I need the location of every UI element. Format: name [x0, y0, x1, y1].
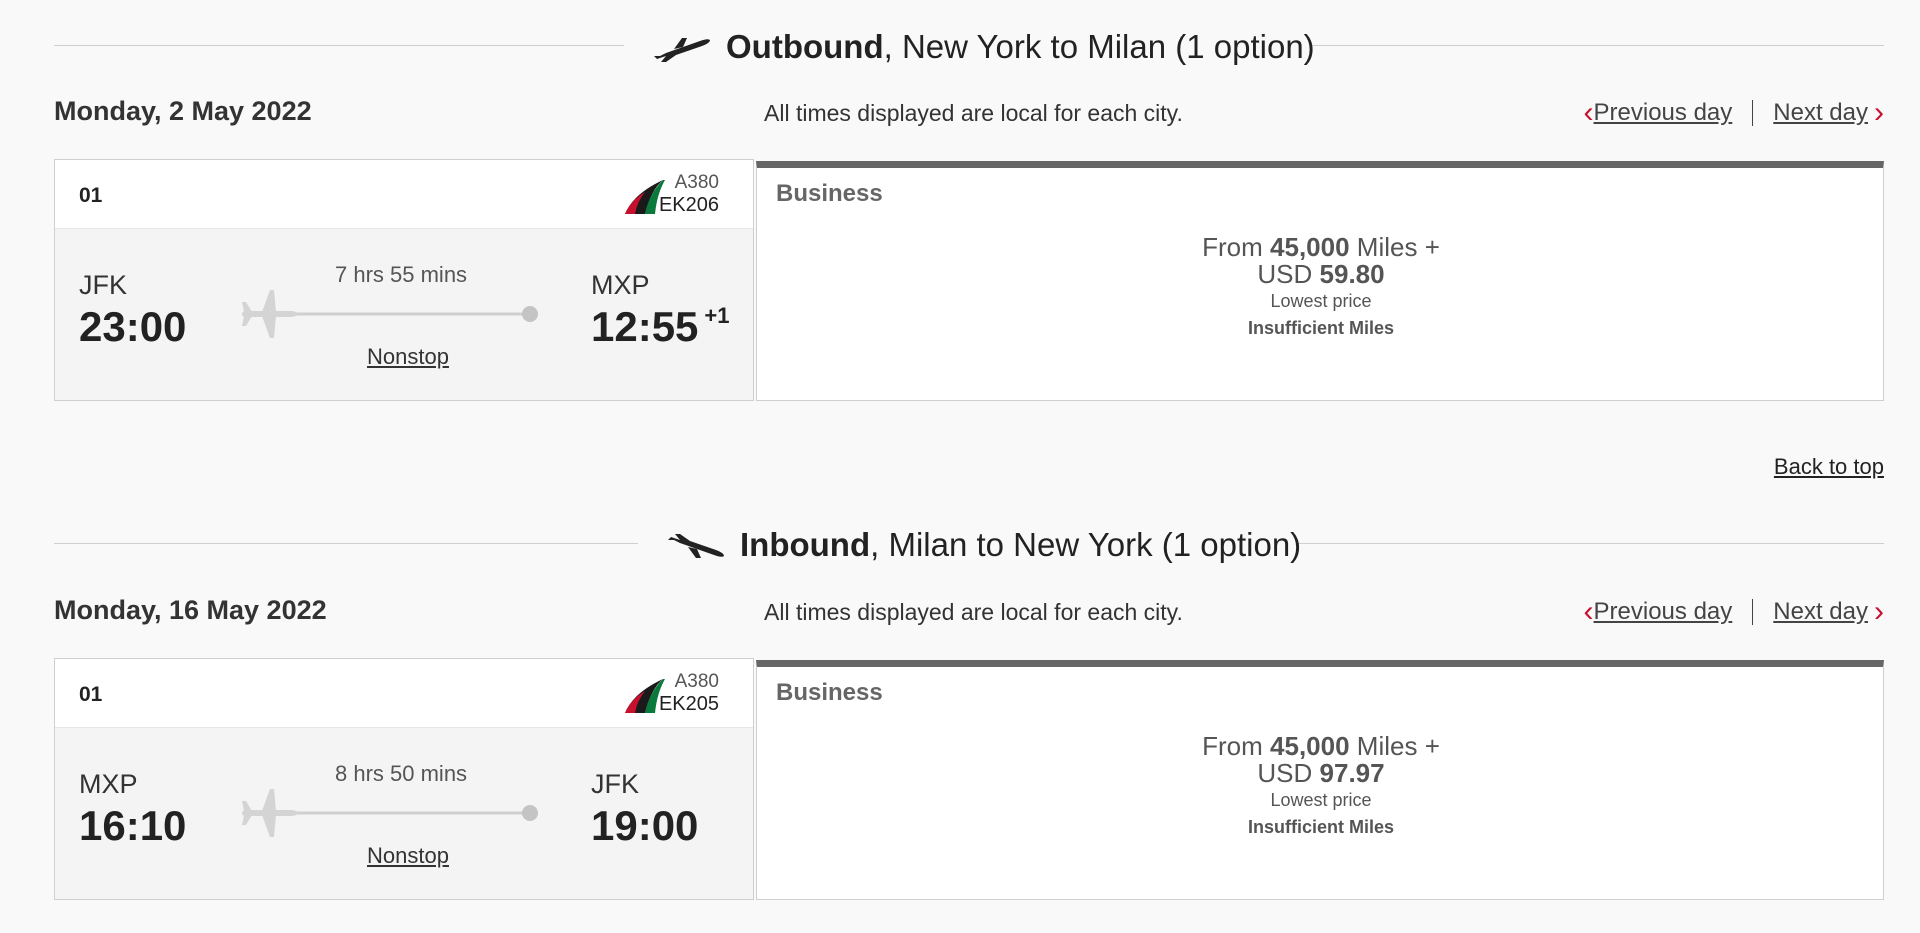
aircraft-info: A380 EK205: [659, 671, 719, 715]
flight-number: EK205: [658, 693, 719, 715]
destination-code: MXP: [591, 270, 650, 300]
inbound-title-bold: Inbound: [740, 526, 871, 563]
miles-status: Insufficient Miles: [1247, 318, 1395, 338]
option-number: 01: [79, 683, 103, 706]
arrival-time-value: 12:55: [591, 303, 699, 350]
route-track: [242, 789, 538, 837]
miles-label: Miles +: [1356, 232, 1440, 262]
divider: [1296, 543, 1884, 545]
next-day-link[interactable]: Next day: [1773, 598, 1868, 626]
inbound-day-nav: ‹ Previous day Next day ›: [1584, 597, 1884, 627]
lowest-price-label: Lowest price: [1270, 291, 1372, 311]
next-day-link[interactable]: Next day: [1773, 99, 1868, 127]
day-offset: +1: [704, 303, 730, 328]
divider: [1310, 45, 1884, 47]
departure-time: 16:10: [79, 802, 187, 849]
miles-price: From 45,000 Miles +: [757, 732, 1885, 760]
fare-details: From 45,000 Miles + USD 97.97 Lowest pri…: [757, 732, 1885, 838]
inbound-header: Inbound, Milan to New York (1 option): [54, 514, 1884, 574]
destination-code: JFK: [591, 769, 640, 799]
chevron-left-icon[interactable]: ‹: [1584, 597, 1594, 627]
origin-code: JFK: [79, 270, 128, 300]
miles-amount: 45,000: [1270, 731, 1350, 761]
inbound-title-rest: , Milan to New York (1 option): [870, 526, 1302, 563]
flight-card-header: 01 A380 EK206: [55, 160, 753, 229]
option-number: 01: [79, 184, 103, 207]
chevron-right-icon[interactable]: ›: [1874, 98, 1884, 128]
chevron-left-icon[interactable]: ‹: [1584, 98, 1594, 128]
flight-duration: 7 hrs 55 mins: [335, 262, 468, 287]
arrival-time: 19:00: [591, 802, 699, 849]
times-note: All times displayed are local for each c…: [764, 100, 1183, 126]
fare-details: From 45,000 Miles + USD 59.80 Lowest pri…: [757, 233, 1885, 339]
miles-amount: 45,000: [1270, 232, 1350, 262]
departure-time: 23:00: [79, 303, 187, 350]
chevron-right-icon[interactable]: ›: [1874, 597, 1884, 627]
inbound-date: Monday, 16 May 2022: [54, 595, 327, 625]
nonstop-link[interactable]: Nonstop: [367, 344, 449, 370]
nav-separator: [1752, 100, 1754, 126]
outbound-section: Outbound, New York to Milan (1 option): [54, 16, 1884, 76]
origin: MXP 16:10: [79, 769, 186, 850]
inbound-title: Inbound, Milan to New York (1 option): [666, 526, 1301, 564]
aircraft-type: A380: [674, 671, 719, 692]
miles-status: Insufficient Miles: [1247, 817, 1395, 837]
currency: USD: [1257, 758, 1313, 788]
plane-icon: [242, 789, 298, 837]
route-track: [242, 290, 538, 338]
plane-icon: [242, 290, 298, 338]
arrival-time: 12:55 +1: [591, 303, 730, 351]
inbound-fare-card[interactable]: Business From 45,000 Miles + USD 97.97 L…: [756, 660, 1884, 900]
from-label: From: [1202, 731, 1263, 761]
nonstop-link[interactable]: Nonstop: [367, 843, 449, 869]
outbound-flight-card[interactable]: 01 A380 EK206 JFK 23:00 7 hrs 55 mins No…: [54, 159, 754, 401]
destination: MXP 12:55 +1: [591, 270, 730, 351]
landing-plane-icon: [668, 534, 724, 558]
outbound-fare-card[interactable]: Business From 45,000 Miles + USD 59.80 L…: [756, 161, 1884, 401]
divider: [54, 45, 624, 47]
origin: JFK 23:00: [79, 270, 186, 351]
inbound-flight-card[interactable]: 01 A380 EK205 MXP 16:10 8 hrs 50 mins No…: [54, 658, 754, 900]
cash-price: USD 59.80: [757, 261, 1885, 287]
inbound-section: Inbound, Milan to New York (1 option): [54, 514, 1884, 574]
outbound-title-rest: , New York to Milan (1 option): [883, 28, 1315, 65]
flight-card-header: 01 A380 EK205: [55, 659, 753, 728]
outbound-title: Outbound, New York to Milan (1 option): [652, 28, 1315, 66]
times-note: All times displayed are local for each c…: [764, 599, 1183, 625]
flight-duration: 8 hrs 50 mins: [335, 761, 468, 786]
takeoff-plane-icon: [654, 38, 710, 62]
flight-number: EK206: [658, 194, 719, 216]
cash-amount: 59.80: [1319, 259, 1385, 289]
aircraft-info: A380 EK206: [659, 172, 719, 216]
previous-day-link[interactable]: Previous day: [1594, 598, 1733, 626]
outbound-title-bold: Outbound: [726, 28, 884, 65]
outbound-date-row: Monday, 2 May 2022 All times displayed a…: [54, 96, 1884, 136]
nav-separator: [1752, 599, 1754, 625]
cabin-class: Business: [776, 180, 883, 207]
divider: [54, 543, 638, 545]
outbound-header: Outbound, New York to Milan (1 option): [54, 16, 1884, 76]
outbound-day-nav: ‹ Previous day Next day ›: [1584, 98, 1884, 128]
origin-code: MXP: [79, 769, 138, 799]
aircraft-type: A380: [674, 172, 719, 193]
from-label: From: [1202, 232, 1263, 262]
miles-price: From 45,000 Miles +: [757, 233, 1885, 261]
lowest-price-label: Lowest price: [1270, 790, 1372, 810]
previous-day-link[interactable]: Previous day: [1594, 99, 1733, 127]
miles-label: Miles +: [1356, 731, 1440, 761]
inbound-date-row: Monday, 16 May 2022 All times displayed …: [54, 595, 1884, 635]
outbound-date: Monday, 2 May 2022: [54, 96, 312, 126]
cash-amount: 97.97: [1319, 758, 1385, 788]
currency: USD: [1257, 259, 1313, 289]
destination: JFK 19:00: [591, 769, 698, 850]
back-to-top-link[interactable]: Back to top: [1774, 454, 1884, 480]
cabin-class: Business: [776, 679, 883, 706]
cash-price: USD 97.97: [757, 760, 1885, 786]
